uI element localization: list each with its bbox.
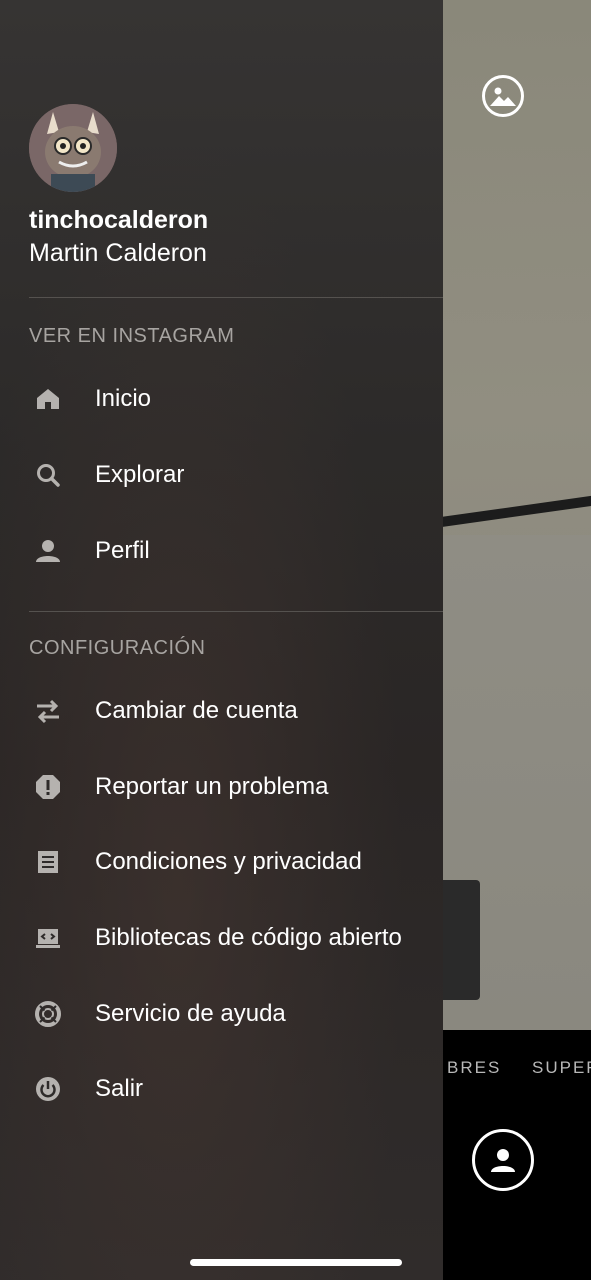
person-icon xyxy=(34,537,62,565)
menu-item-cambiar-cuenta[interactable]: Cambiar de cuenta xyxy=(0,681,443,741)
menu-item-label: Reportar un problema xyxy=(95,773,329,800)
lifebuoy-icon xyxy=(34,1000,62,1028)
menu-item-reportar-problema[interactable]: Reportar un problema xyxy=(0,757,443,817)
menu-item-bibliotecas[interactable]: Bibliotecas de código abierto xyxy=(0,908,443,968)
menu-item-explorar[interactable]: Explorar xyxy=(0,445,443,505)
person-icon xyxy=(491,1149,515,1172)
menu-item-label: Cambiar de cuenta xyxy=(95,697,298,724)
menu-item-salir[interactable]: Salir xyxy=(0,1059,443,1119)
avatar[interactable] xyxy=(29,104,117,192)
menu-item-perfil[interactable]: Perfil xyxy=(0,521,443,581)
home-indicator[interactable] xyxy=(190,1259,402,1266)
divider xyxy=(29,611,443,612)
power-icon xyxy=(34,1075,62,1103)
home-icon xyxy=(34,385,62,413)
menu-item-inicio[interactable]: Inicio xyxy=(0,369,443,429)
menu-item-label: Explorar xyxy=(95,461,185,488)
menu-item-servicio-ayuda[interactable]: Servicio de ayuda xyxy=(0,984,443,1044)
menu-item-label: Bibliotecas de código abierto xyxy=(95,924,402,951)
laptop-code-icon xyxy=(34,924,62,952)
gallery-icon[interactable] xyxy=(482,75,524,117)
menu-item-label: Perfil xyxy=(95,537,150,564)
menu-item-label: Servicio de ayuda xyxy=(95,1000,286,1027)
profile-full-name: Martin Calderon xyxy=(29,239,207,267)
section-title-config: CONFIGURACIÓN xyxy=(29,637,206,659)
search-icon xyxy=(34,461,62,489)
filter-option[interactable]: BRES xyxy=(447,1058,501,1078)
switch-arrows-icon xyxy=(34,697,62,725)
profile-shutter-button[interactable] xyxy=(472,1129,534,1191)
menu-item-label: Salir xyxy=(95,1075,144,1102)
monster-avatar-icon xyxy=(29,104,117,192)
camera-beam xyxy=(419,489,591,530)
profile-username: tinchocalderon xyxy=(29,206,209,234)
divider xyxy=(29,297,443,298)
section-title-view: VER EN INSTAGRAM xyxy=(29,325,235,347)
side-drawer: tinchocalderon Martin Calderon VER EN IN… xyxy=(0,0,443,1280)
menu-item-condiciones-privacidad[interactable]: Condiciones y privacidad xyxy=(0,832,443,892)
document-icon xyxy=(34,848,62,876)
menu-item-label: Condiciones y privacidad xyxy=(95,848,362,875)
alert-octagon-icon xyxy=(34,773,62,801)
menu-item-label: Inicio xyxy=(95,385,152,412)
filter-option[interactable]: SUPER xyxy=(532,1058,591,1078)
